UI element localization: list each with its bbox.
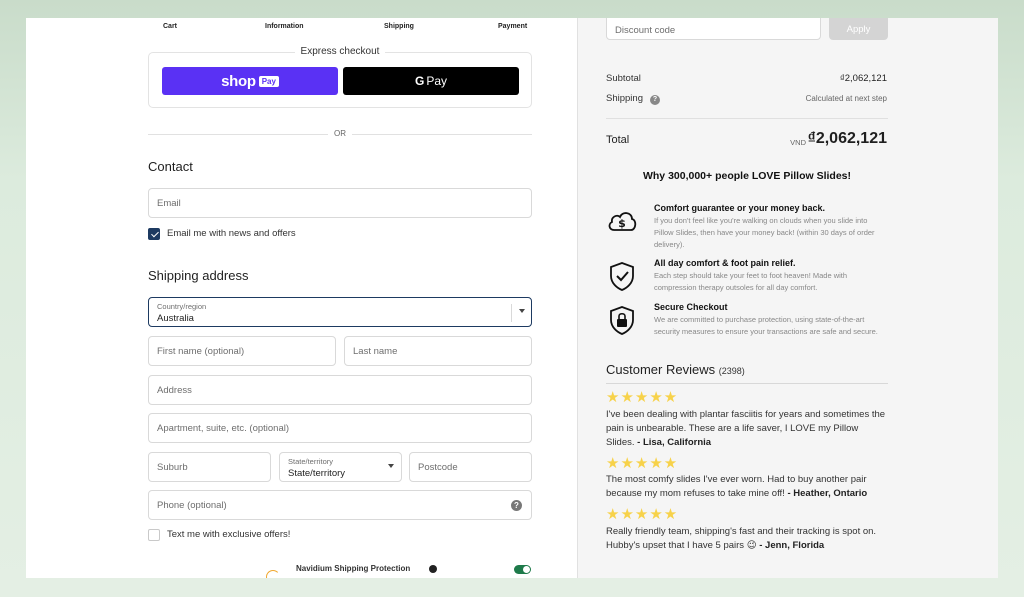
star-icon: ★★★★★ [606,389,679,406]
last-name-placeholder: Last name [353,345,398,357]
reviews-title: Customer Reviews (2398) [606,362,745,377]
total-label: Total [606,134,630,146]
google-pay-button[interactable]: G Pay [343,67,519,95]
cloud-dollar-icon: $ [608,212,637,231]
apartment-placeholder: Apartment, suite, etc. (optional) [157,422,290,434]
checkout-frame: Cart Information Shipping Payment Expres… [26,18,998,578]
chevron-down-icon [511,304,531,322]
shipping-protection-label: Navidium Shipping Protection [296,564,411,573]
shop-pay-button[interactable]: shop Pay [162,67,338,95]
address-placeholder: Address [157,384,192,396]
shipping-address-title: Shipping address [148,268,249,283]
benefit-title: Secure Checkout [654,302,728,312]
info-icon[interactable] [429,565,437,573]
state-label: State/territory [288,457,334,466]
contact-title: Contact [148,159,193,174]
reviews-divider [606,383,888,384]
breadcrumb: Cart Information Shipping Payment [26,23,577,35]
breadcrumb-cart[interactable]: Cart [163,23,177,30]
state-value: State/territory [288,468,346,479]
chevron-down-icon [381,459,401,477]
email-placeholder: Email [157,197,181,209]
review-text: The most comfy slides I've ever worn. Ha… [606,473,888,501]
breadcrumb-shipping: Shipping [384,23,414,30]
phone-field[interactable]: Phone (optional) ? [148,490,532,520]
phone-placeholder: Phone (optional) [157,499,227,511]
address-field[interactable]: Address [148,375,532,405]
postcode-field[interactable]: Postcode [409,452,532,482]
apply-discount-button[interactable]: Apply [829,18,888,40]
checkout-form-panel: Cart Information Shipping Payment Expres… [26,18,577,578]
news-checkbox-label: Email me with news and offers [167,228,296,239]
country-value: Australia [157,313,194,324]
help-icon[interactable]: ? [650,95,660,105]
review-author: - Heather, Ontario [787,488,868,499]
review-text: Really friendly team, shipping's fast an… [606,525,888,553]
star-rating: ★★★★★ [606,389,679,406]
apartment-field[interactable]: Apartment, suite, etc. (optional) [148,413,532,443]
discount-code-placeholder: Discount code [615,25,676,36]
first-name-placeholder: First name (optional) [157,345,245,357]
news-checkbox[interactable] [148,228,160,240]
subtotal-value: ₫2,062,121 [839,73,887,84]
last-name-field[interactable]: Last name [344,336,532,366]
benefit-text: We are committed to purchase protection,… [654,315,878,336]
star-icon: ★★★★★ [606,506,679,523]
sms-checkbox[interactable] [148,529,160,541]
country-select[interactable]: Country/region Australia [148,297,532,327]
why-title: Why 300,000+ people LOVE Pillow Slides! [642,170,852,182]
loading-spinner-icon [266,570,280,578]
shipping-label: Shipping [606,93,643,104]
country-label: Country/region [157,302,207,311]
svg-text:$: $ [618,217,626,230]
reviews-title-text: Customer Reviews [606,362,716,377]
state-select[interactable]: State/territory State/territory [279,452,402,482]
star-rating: ★★★★★ [606,455,679,472]
breadcrumb-information[interactable]: Information [265,23,304,30]
or-divider: OR [148,128,532,140]
benefit-text: Each step should take your feet to foot … [654,271,848,292]
shipping-value: Calculated at next step [805,94,887,103]
review-text: I've been dealing with plantar fasciitis… [606,408,888,450]
shield-check-icon [610,262,634,291]
google-pay-label: Pay [426,74,448,88]
review-body: Really friendly team, shipping's fast an… [606,526,877,551]
sms-checkbox-label: Text me with exclusive offers! [167,529,291,540]
google-g-icon: G [414,74,425,88]
shipping-protection-toggle[interactable] [514,565,531,574]
star-icon: ★★★★★ [606,455,679,472]
review-author: - Lisa, California [637,437,712,448]
postcode-placeholder: Postcode [418,461,458,473]
benefit-title: Comfort guarantee or your money back. [654,203,826,213]
express-checkout-label: Express checkout [294,46,386,57]
shop-pay-logo: shop [221,72,256,90]
first-name-field[interactable]: First name (optional) [148,336,336,366]
suburb-field[interactable]: Suburb [148,452,271,482]
help-icon[interactable]: ? [511,500,522,511]
subtotal-label: Subtotal [606,73,641,84]
currency-code: VND [790,138,806,147]
shop-pay-badge: Pay [258,75,279,87]
summary-divider [606,118,888,119]
express-checkout: Express checkout shop Pay G Pay [148,46,532,108]
suburb-placeholder: Suburb [157,461,188,473]
discount-code-field[interactable]: Discount code [606,18,821,40]
lock-shield-icon [610,306,634,335]
email-field[interactable]: Email [148,188,532,218]
review-author: - Jenn, Florida [759,540,825,551]
benefit-title: All day comfort & foot pain relief. [654,258,796,268]
reviews-count: (2398) [718,366,745,376]
breadcrumb-payment: Payment [498,23,528,30]
order-summary-panel: Discount code Apply Subtotal ₫2,062,121 … [577,18,998,578]
star-rating: ★★★★★ [606,506,679,523]
total-value: ₫2,062,121 [807,130,887,147]
shipping-protection-row: Navidium Shipping Protection [266,562,536,578]
benefit-text: If you don't feel like you're walking on… [654,216,875,249]
